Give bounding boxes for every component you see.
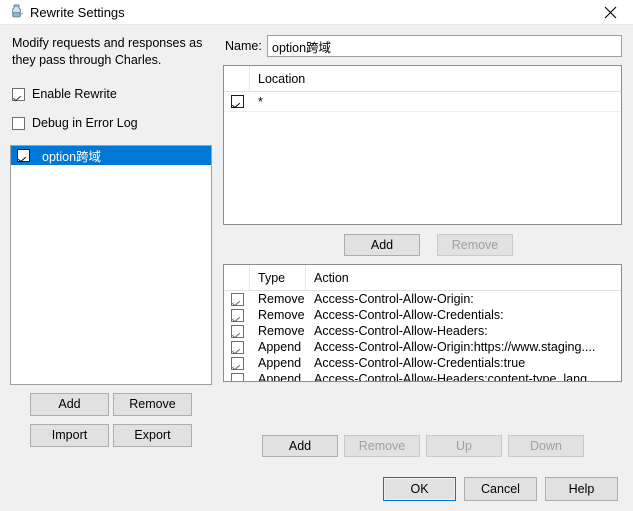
column-header-checkbox	[224, 66, 250, 92]
table-row[interactable]: Remove Access-Control-Allow-Credentials:	[224, 307, 621, 323]
list-item[interactable]: option跨域	[11, 146, 211, 165]
checkbox-icon[interactable]	[12, 116, 25, 130]
ok-button[interactable]: OK	[383, 477, 456, 501]
title-bar: Rewrite Settings	[0, 0, 633, 25]
table-row[interactable]: Append Access-Control-Allow-Headers:cont…	[224, 371, 621, 382]
table-header: Type Action	[224, 265, 621, 291]
column-header-type: Type	[250, 265, 306, 291]
add-rule-set-button[interactable]: Add	[30, 393, 109, 416]
checkbox-icon[interactable]	[17, 149, 30, 162]
column-header-checkbox	[224, 265, 250, 291]
remove-location-button: Remove	[437, 234, 513, 256]
action-table[interactable]: Type Action Remove Access-Control-Allow-…	[223, 264, 622, 382]
row-action-cell: Access-Control-Allow-Headers:content-typ…	[314, 372, 605, 382]
close-icon[interactable]	[587, 0, 633, 25]
panel-description: Modify requests and responses as they pa…	[12, 36, 203, 67]
table-row[interactable]: *	[224, 92, 621, 112]
checkbox-icon[interactable]	[230, 356, 244, 370]
table-row[interactable]: Append Access-Control-Allow-Credentials:…	[224, 355, 621, 371]
row-action-cell: Access-Control-Allow-Origin:	[314, 292, 474, 306]
enable-rewrite-checkbox-row[interactable]: Enable Rewrite	[12, 86, 117, 102]
table-header: Location	[224, 66, 621, 92]
table-row[interactable]: Append Access-Control-Allow-Origin:https…	[224, 339, 621, 355]
row-type-cell: Remove	[258, 292, 305, 306]
checkbox-icon[interactable]	[230, 292, 244, 306]
rewrite-rule-set-list[interactable]: option跨域	[10, 145, 212, 385]
export-button[interactable]: Export	[113, 424, 192, 447]
row-type-cell: Append	[258, 340, 302, 354]
checkbox-icon[interactable]	[12, 87, 25, 101]
enable-rewrite-label: Enable Rewrite	[32, 87, 117, 101]
add-location-button[interactable]: Add	[344, 234, 420, 256]
debug-in-error-log-checkbox-row[interactable]: Debug in Error Log	[12, 115, 138, 131]
row-enabled-cell[interactable]	[224, 355, 250, 371]
table-row[interactable]: Remove Access-Control-Allow-Origin:	[224, 291, 621, 307]
checkbox-icon[interactable]	[230, 308, 244, 322]
checkbox-icon[interactable]	[230, 95, 244, 108]
row-enabled-cell[interactable]	[224, 92, 250, 111]
move-action-down-button: Down	[508, 435, 584, 457]
row-type-cell: Append	[258, 356, 302, 370]
row-enabled-cell[interactable]	[224, 339, 250, 355]
help-button[interactable]: Help	[545, 477, 618, 501]
checkbox-icon[interactable]	[230, 324, 244, 338]
charles-bottle-icon	[8, 4, 25, 21]
row-action-cell: Access-Control-Allow-Credentials:	[314, 308, 504, 322]
row-enabled-cell[interactable]	[224, 307, 250, 323]
row-enabled-cell[interactable]	[224, 371, 250, 381]
name-input[interactable]	[267, 35, 622, 57]
row-enabled-cell[interactable]	[224, 291, 250, 307]
move-action-up-button: Up	[426, 435, 502, 457]
cancel-button[interactable]: Cancel	[464, 477, 537, 501]
column-header-location: Location	[258, 71, 306, 86]
row-enabled-cell[interactable]	[224, 323, 250, 339]
name-label: Name:	[225, 39, 262, 53]
column-header-action: Action	[314, 270, 349, 285]
row-action-cell: Access-Control-Allow-Credentials:true	[314, 356, 526, 370]
remove-rule-set-button[interactable]: Remove	[113, 393, 192, 416]
list-item-label: option跨域	[42, 150, 102, 164]
debug-in-error-log-label: Debug in Error Log	[32, 116, 138, 130]
row-action-cell: Access-Control-Allow-Headers:	[314, 324, 488, 338]
row-location-cell: *	[258, 94, 263, 109]
checkbox-icon[interactable]	[230, 372, 244, 381]
checkbox-icon[interactable]	[230, 340, 244, 354]
add-action-button[interactable]: Add	[262, 435, 338, 457]
row-type-cell: Append	[258, 372, 302, 382]
row-action-cell: Access-Control-Allow-Origin:https://www.…	[314, 340, 596, 354]
remove-action-button: Remove	[344, 435, 420, 457]
import-button[interactable]: Import	[30, 424, 109, 447]
row-type-cell: Remove	[258, 324, 305, 338]
window-title: Rewrite Settings	[30, 5, 125, 20]
row-type-cell: Remove	[258, 308, 305, 322]
location-table[interactable]: Location *	[223, 65, 622, 225]
table-row[interactable]: Remove Access-Control-Allow-Headers:	[224, 323, 621, 339]
